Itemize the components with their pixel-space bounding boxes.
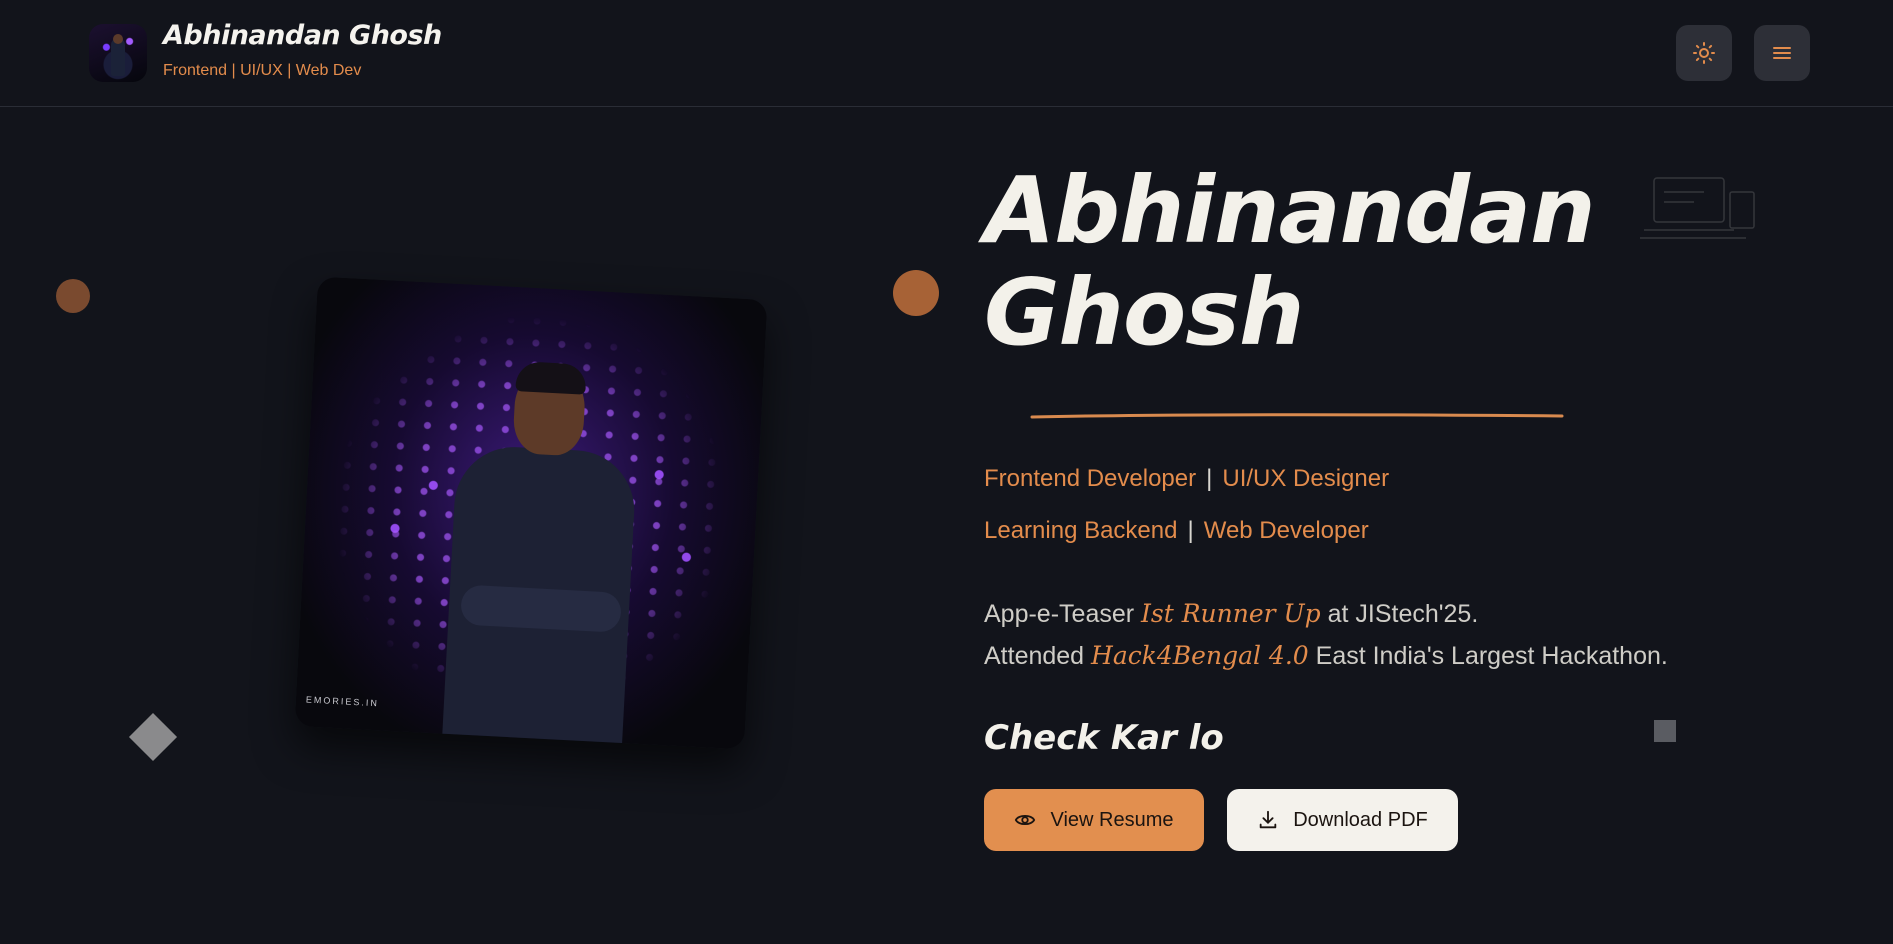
brand-name[interactable]: Abhinandan Ghosh [163, 20, 442, 51]
achievement-1-before: App-e-Teaser [984, 600, 1135, 628]
profile-photo: EMORIES.IN [294, 276, 768, 750]
role-frontend: Frontend Developer [984, 465, 1197, 492]
view-resume-label: View Resume [1050, 808, 1174, 831]
roles-line-2: Learning Backend | Web Developer [984, 517, 1369, 545]
laptop-sketch-icon [1640, 177, 1755, 239]
title-underline [1030, 413, 1564, 419]
hero-title-line2: Ghosh [984, 259, 1304, 366]
hero-title: Abhinandan Ghosh [984, 160, 1644, 364]
brand-tagline: Frontend | UI/UX | Web Dev [163, 62, 362, 79]
achievement-2-after: East India's Largest Hackathon. [1315, 642, 1668, 670]
role-separator: | [1187, 517, 1194, 544]
sun-icon [1693, 42, 1715, 64]
achievement-1-highlight: Ist Runner Up [1141, 599, 1321, 628]
decor-circle-left [56, 279, 90, 313]
decor-diamond [128, 712, 178, 762]
eye-icon [1015, 814, 1036, 826]
hamburger-menu-icon [1773, 47, 1791, 59]
achievement-2: Attended Hack4Bengal 4.0 East India's La… [984, 641, 1668, 671]
achievement-1-after: at JIStech'25. [1327, 600, 1479, 628]
decor-circle-center [893, 270, 939, 316]
role-backend: Learning Backend [984, 517, 1178, 544]
roles-line-1: Frontend Developer | UI/UX Designer [984, 465, 1389, 493]
cta-heading: Check Kar lo [984, 718, 1224, 758]
download-icon [1259, 810, 1277, 829]
achievement-1: App-e-Teaser Ist Runner Up at JIStech'25… [984, 599, 1478, 629]
hero-title-line1: Abhinandan [984, 157, 1596, 264]
menu-button[interactable] [1754, 25, 1810, 81]
decor-square [1654, 720, 1676, 742]
download-pdf-button[interactable]: Download PDF [1227, 789, 1458, 851]
view-resume-button[interactable]: View Resume [984, 789, 1204, 851]
download-pdf-label: Download PDF [1293, 808, 1428, 831]
site-header: Abhinandan Ghosh Frontend | UI/UX | Web … [0, 0, 1893, 107]
role-uiux: UI/UX Designer [1222, 465, 1390, 492]
role-separator: | [1206, 465, 1213, 492]
avatar[interactable] [89, 24, 147, 82]
role-webdev: Web Developer [1203, 517, 1369, 544]
theme-toggle-button[interactable] [1676, 25, 1732, 81]
photo-person-arms [460, 584, 622, 633]
avatar-head [113, 34, 123, 44]
achievement-2-before: Attended [984, 642, 1085, 670]
achievement-2-highlight: Hack4Bengal 4.0 [1091, 641, 1309, 670]
